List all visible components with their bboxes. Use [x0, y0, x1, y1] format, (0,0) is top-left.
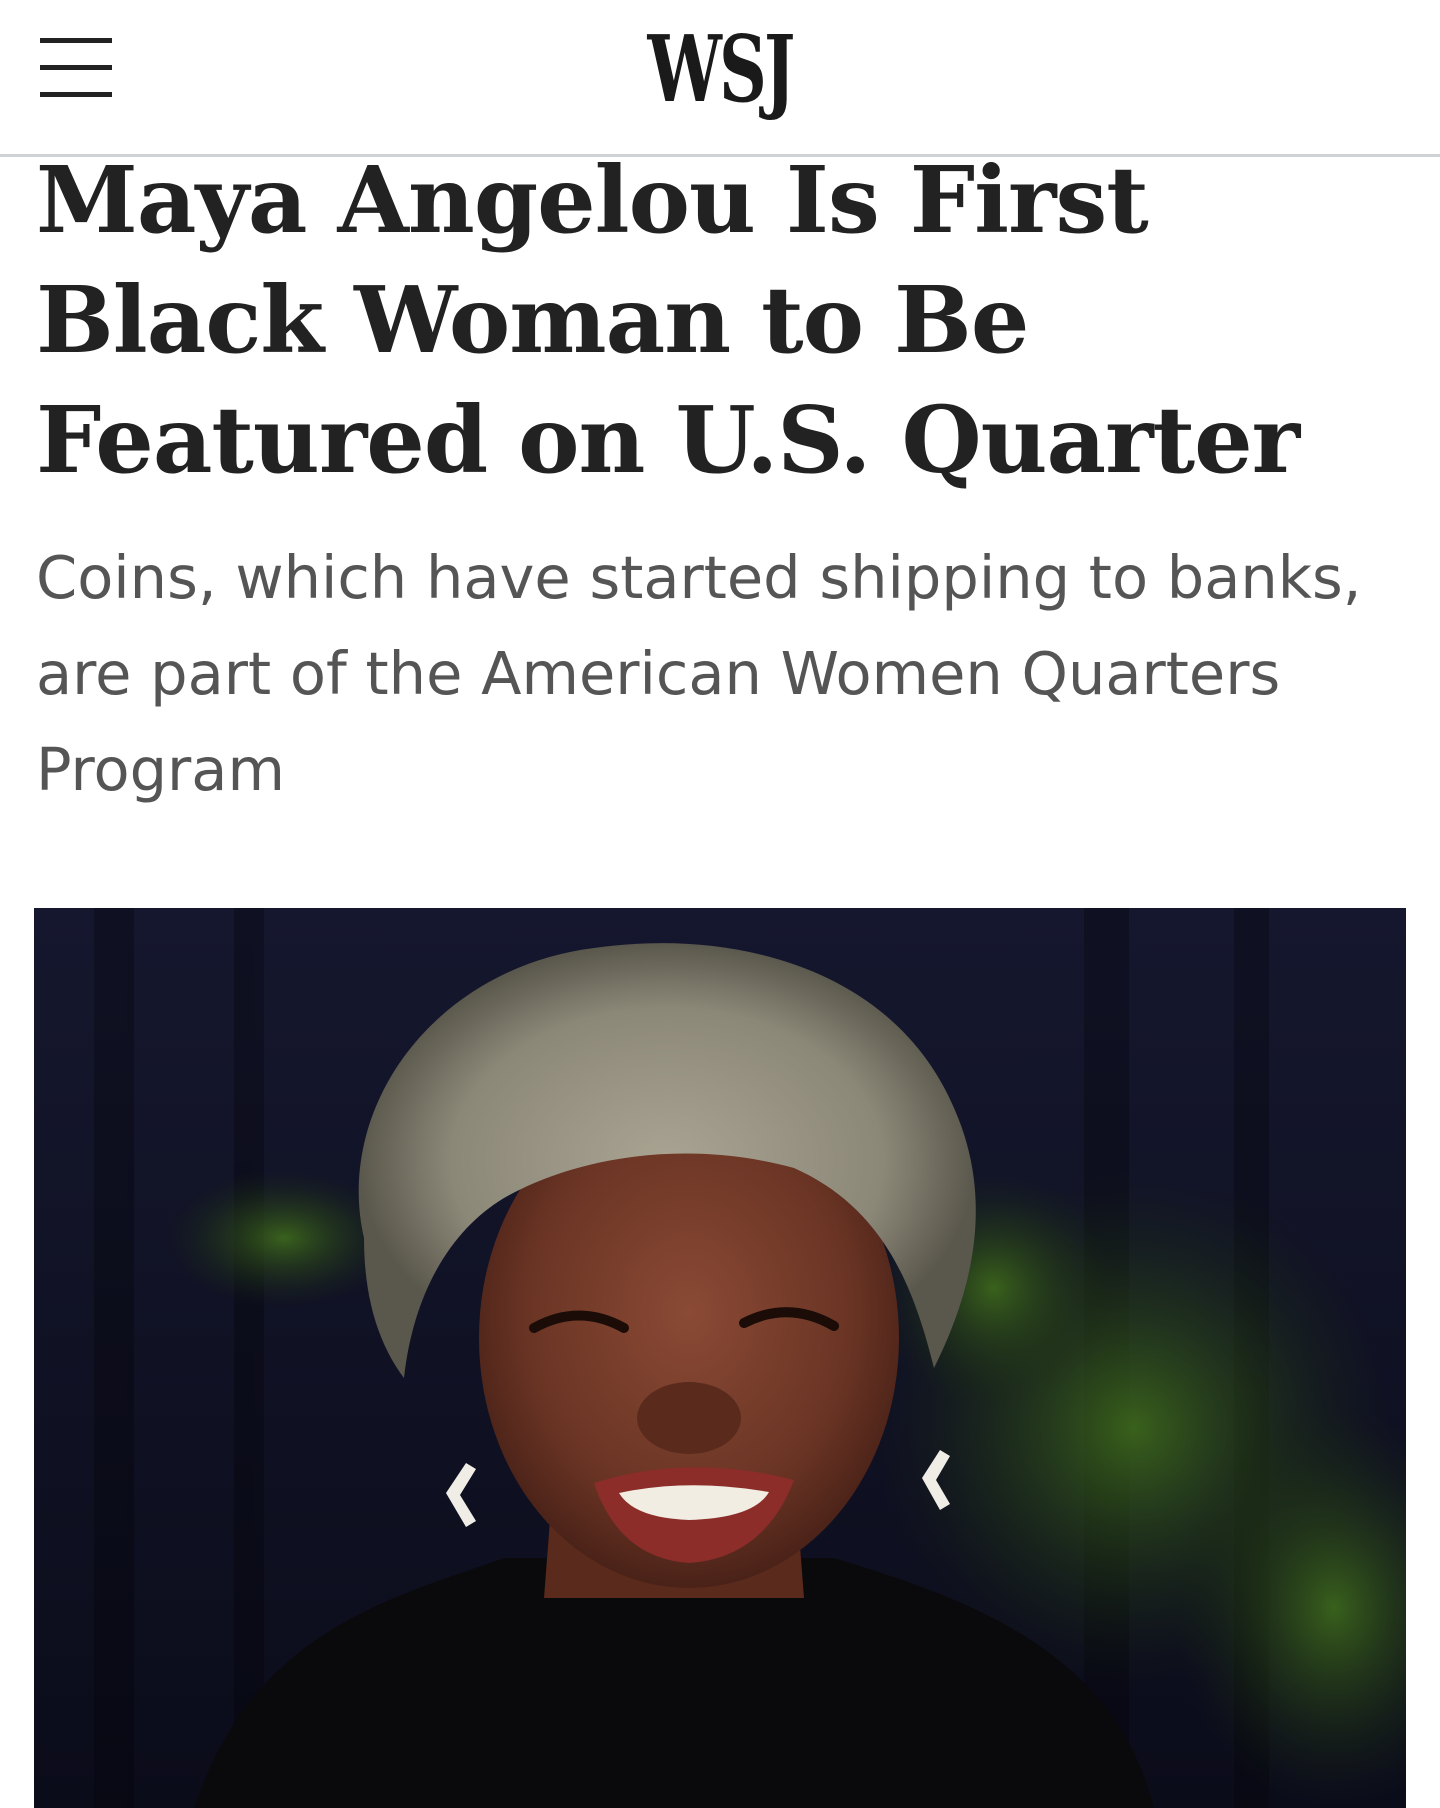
hamburger-menu-icon[interactable]: [40, 38, 112, 98]
top-nav-bar: WSJ: [0, 0, 1440, 157]
article-dek: Coins, which have started shipping to ba…: [36, 543, 1362, 804]
article-headline: Maya Angelou Is First Black Woman to Be …: [36, 146, 1300, 494]
wsj-logo[interactable]: WSJ: [202, 14, 1239, 124]
article-hero-photo: [34, 908, 1406, 1808]
